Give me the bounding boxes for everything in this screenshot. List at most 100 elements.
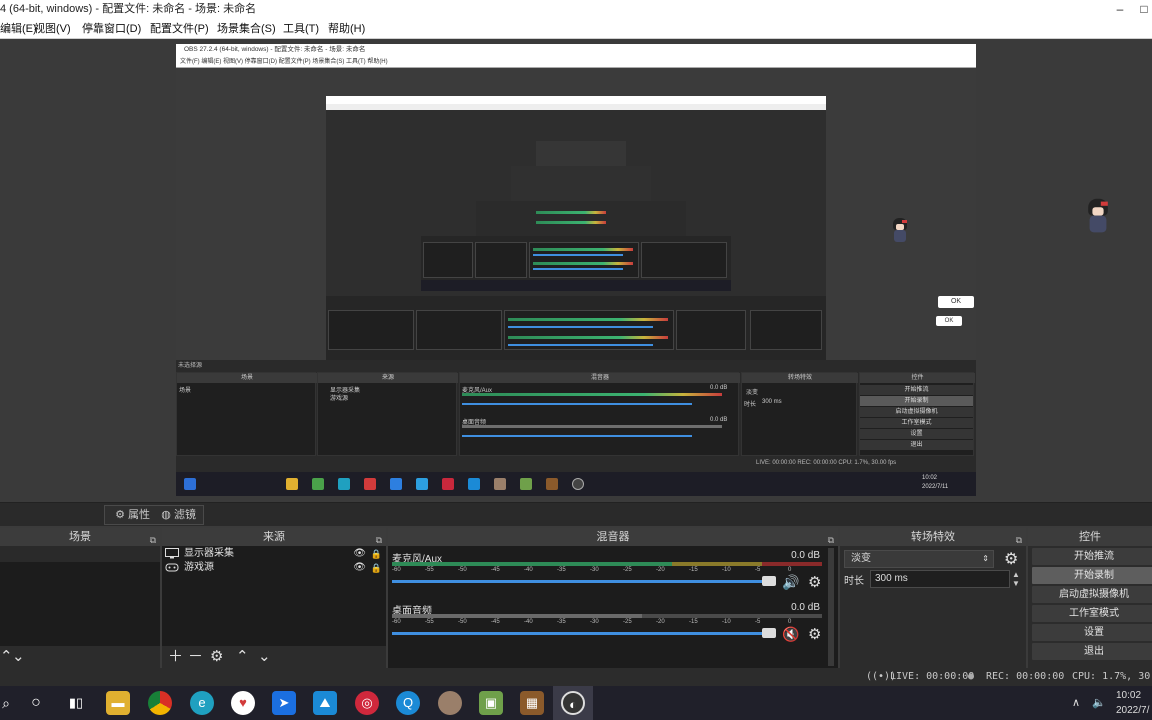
menu-help[interactable]: 帮助(H) [328, 19, 365, 39]
meter-grey-segment [392, 614, 642, 618]
volume-slider-handle[interactable] [762, 576, 776, 586]
meter-ticks: -60 -55 -50 -45 -40 -35 -30 -25 -20 -15 … [392, 567, 822, 577]
preview-canvas[interactable]: OBS 27.2.4 (64-bit, windows) - 配置文件: 未命名… [0, 40, 1152, 500]
edge-icon [338, 478, 350, 490]
sprite-bow [902, 220, 907, 223]
properties-button[interactable]: ⚙ 属性 [110, 505, 154, 525]
channel-settings-icon[interactable]: ⚙ [808, 573, 821, 591]
cortana-icon[interactable]: ○ [24, 691, 48, 715]
transition-settings-icon[interactable]: ⚙ [1004, 549, 1018, 569]
visibility-icon[interactable]: 👁 [353, 561, 366, 575]
avatar-app-icon[interactable] [438, 691, 462, 715]
nested-control-button: 启动虚拟摄像机 [860, 407, 973, 417]
nested-taskbar [421, 280, 731, 291]
obs-icon[interactable]: ◐ [561, 691, 585, 715]
chevron-updown-icon: ⇕ [982, 554, 989, 563]
nested-scenes-header: 场景 [177, 373, 317, 383]
menu-profile[interactable]: 配置文件(P) [150, 19, 209, 39]
nested-slider [462, 403, 692, 405]
menu-edit[interactable]: 编辑(E) [0, 19, 37, 39]
exit-button[interactable]: 退出 [1032, 643, 1152, 660]
mixer-header: 混音器 ⧉ [388, 528, 838, 546]
start-recording-button[interactable]: 开始录制 [1032, 567, 1152, 584]
lock-icon[interactable]: 🔒 [371, 561, 382, 575]
nested-panel [423, 242, 473, 278]
spin-down-icon[interactable]: ▼ [1012, 579, 1020, 588]
lock-icon[interactable]: 🔒 [371, 547, 382, 561]
channel-settings-icon[interactable]: ⚙ [808, 625, 821, 643]
virtual-camera-button[interactable]: 启动虚拟摄像机 [1032, 586, 1152, 603]
volume-slider[interactable] [392, 580, 772, 583]
menu-bar: 编辑(E) 视图(V) 停靠窗口(D) 配置文件(P) 场景集合(S) 工具(T… [0, 19, 1152, 39]
nested-level-6 [536, 141, 626, 166]
scenes-footer: ⌃ ⌄ [0, 646, 160, 668]
duration-input[interactable]: 300 ms [870, 570, 1010, 588]
nested-control-button: 退出 [860, 440, 973, 450]
source-settings-button[interactable]: ⚙ [210, 647, 223, 667]
crafting-table-icon[interactable]: ▦ [520, 691, 544, 715]
volume-slider-handle[interactable] [762, 628, 776, 638]
move-source-up-button[interactable]: ⌃ [236, 647, 249, 667]
system-clock[interactable]: 10:02 2022/7/ [1116, 688, 1152, 718]
meter-tick: -15 [689, 567, 698, 573]
file-explorer-icon[interactable]: ▬ [106, 691, 130, 715]
nested-panel [416, 310, 502, 350]
menu-scene-collection[interactable]: 场景集合(S) [217, 19, 276, 39]
character-sprite [1084, 198, 1112, 235]
sources-list[interactable]: 显示器采集 👁 🔒 游戏源 👁 🔒 [162, 546, 386, 646]
source-item[interactable]: 游戏源 👁 🔒 [162, 561, 386, 575]
spin-up-icon[interactable]: ▲ [1012, 570, 1020, 579]
menu-view[interactable]: 视图(V) [34, 19, 71, 39]
edge-icon[interactable]: e [190, 691, 214, 715]
nested-sources-panel: 来源 显示器采集 游戏源 [317, 372, 458, 456]
controls-title: 控件 [1079, 531, 1101, 543]
move-source-down-button[interactable]: ⌄ [258, 647, 271, 667]
photos-icon[interactable]: ⛰ [313, 691, 337, 715]
filters-button[interactable]: ◍ 滤镜 [156, 505, 200, 525]
bilibili-icon[interactable]: ♥ [231, 691, 255, 715]
move-scene-up-button[interactable]: ⌃ [0, 647, 13, 667]
scene-row[interactable] [0, 546, 160, 562]
maximize-button[interactable]: □ [1130, 0, 1152, 19]
netease-music-icon[interactable]: ◎ [355, 691, 379, 715]
mixer-channel-mic: 麦克风/Aux 0.0 dB -60 -55 -50 -45 -40 -35 -… [392, 550, 828, 598]
menu-docks[interactable]: 停靠窗口(D) [82, 19, 141, 39]
source-item[interactable]: 显示器采集 👁 🔒 [162, 547, 386, 561]
visibility-icon[interactable]: 👁 [353, 547, 366, 561]
add-source-button[interactable]: ＋ [168, 647, 183, 667]
volume-slider[interactable] [392, 632, 772, 635]
start-streaming-button[interactable]: 开始推流 [1032, 548, 1152, 565]
minecraft-icon[interactable]: ▣ [479, 691, 503, 715]
nested-panel [475, 242, 527, 278]
nested-meter [536, 221, 606, 224]
controls-body: 开始推流 开始录制 启动虚拟摄像机 工作室模式 设置 退出 [1028, 546, 1152, 668]
transition-select[interactable]: 淡变 ⇕ [844, 550, 994, 568]
meter-tick: 0 [788, 567, 792, 573]
duration-spinner[interactable]: ▲ ▼ [1012, 570, 1020, 588]
task-view-icon[interactable]: ▮▯ [64, 691, 88, 715]
sources-title: 来源 [263, 531, 285, 543]
nested-status: LIVE: 00:00:00 REC: 00:00:00 CPU: 1.7%, … [756, 460, 897, 466]
studio-mode-button[interactable]: 工作室模式 [1032, 605, 1152, 622]
mixer-scrollbar[interactable] [828, 548, 834, 666]
muted-speaker-icon[interactable]: 🔇 [782, 626, 799, 643]
meter-tick: -40 [524, 619, 533, 625]
nested-meter [508, 318, 668, 321]
qq-browser-icon[interactable]: Q [396, 691, 420, 715]
meter-tick: -45 [491, 567, 500, 573]
menu-tools[interactable]: 工具(T) [283, 19, 319, 39]
nested-meter [508, 336, 668, 339]
chrome-icon[interactable] [148, 691, 172, 715]
remove-source-button[interactable]: － [188, 647, 203, 667]
search-icon[interactable]: ⌕ [0, 691, 18, 715]
duration-value: 300 ms [875, 573, 908, 584]
volume-tray-icon[interactable]: 🔈 [1092, 686, 1106, 720]
tray-chevron-icon[interactable]: ∧ [1072, 686, 1080, 720]
scenes-list[interactable] [0, 546, 160, 646]
move-scene-down-button[interactable]: ⌄ [12, 647, 25, 667]
nested-scenes-panel: 场景 场景 [176, 372, 317, 456]
filter-icon: ◍ [161, 509, 171, 521]
feishu-icon[interactable]: ➤ [272, 691, 296, 715]
settings-button[interactable]: 设置 [1032, 624, 1152, 641]
speaker-icon[interactable]: 🔊 [782, 574, 799, 591]
